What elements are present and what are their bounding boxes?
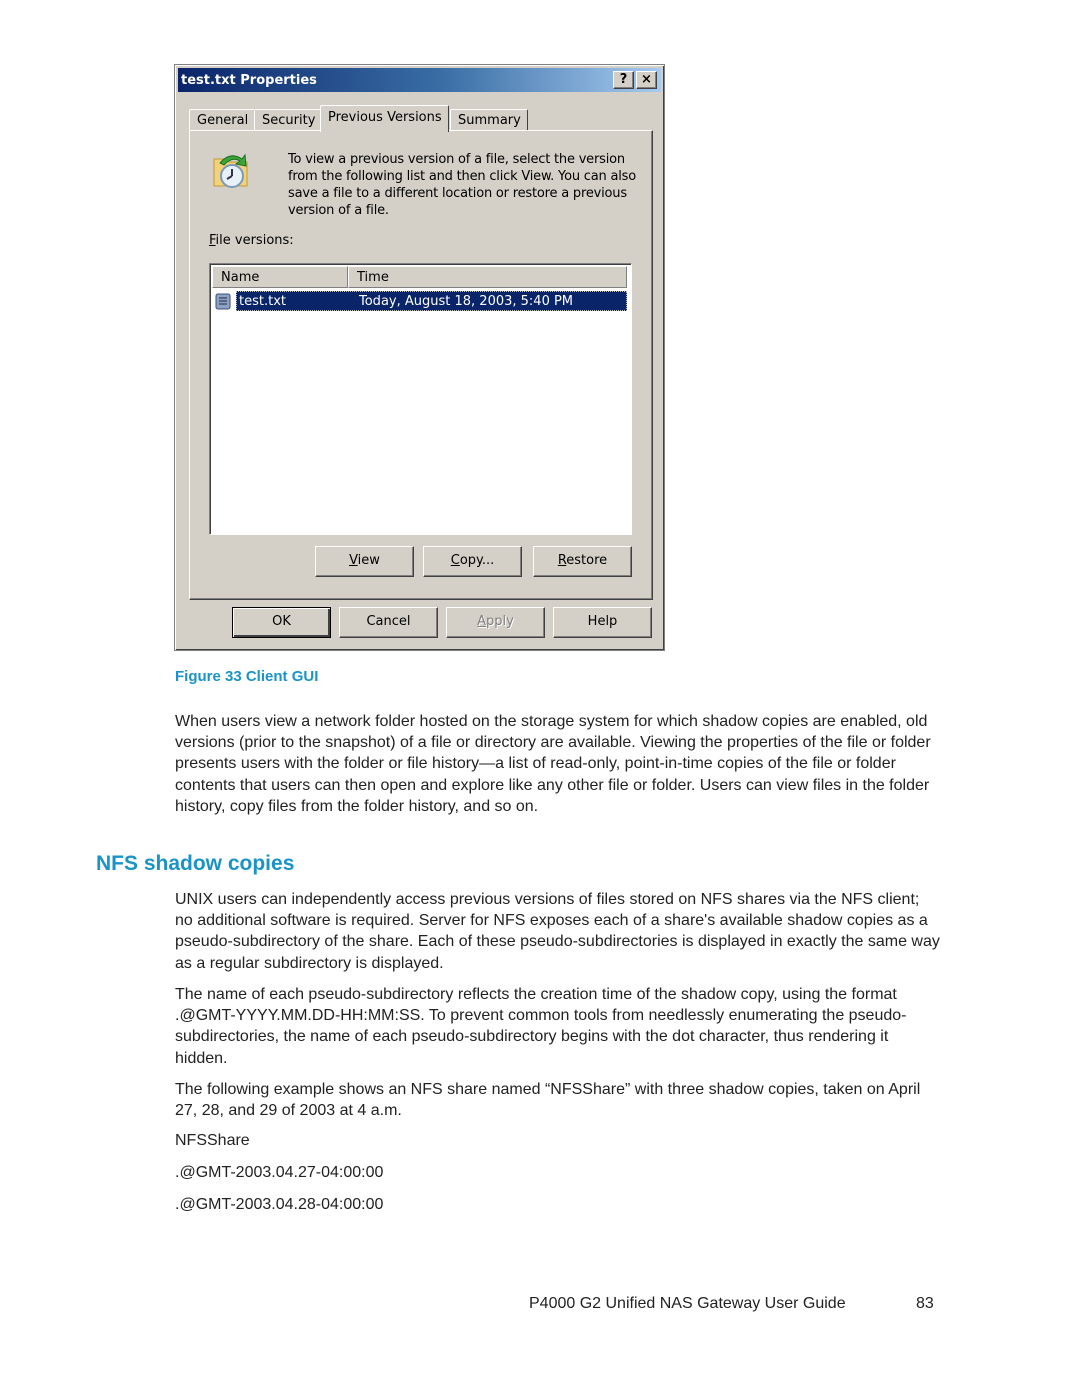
previous-versions-icon: [213, 153, 248, 188]
accelerator: C: [450, 553, 460, 568]
label-text: ile versions:: [215, 233, 294, 248]
help-button[interactable]: Help: [553, 607, 652, 638]
help-title-button[interactable]: ?: [613, 71, 634, 89]
example-line: .@GMT-2003.04.28-04:00:00: [175, 1196, 384, 1213]
intro-text: To view a previous version of a file, se…: [288, 152, 636, 218]
column-header-name[interactable]: Name: [212, 266, 348, 288]
page-number: 83: [916, 1295, 934, 1312]
button-label: opy...: [459, 553, 495, 568]
ok-button[interactable]: OK: [232, 607, 331, 638]
close-icon[interactable]: ×: [636, 71, 657, 89]
tab-security[interactable]: Security: [254, 109, 323, 131]
dialog-title: test.txt Properties: [181, 72, 317, 88]
paragraph-example-intro: The following example shows an NFS share…: [175, 1081, 921, 1120]
previous-versions-panel: To view a previous version of a file, se…: [189, 130, 653, 600]
view-button[interactable]: View: [315, 546, 414, 577]
file-versions-label: File versions:: [209, 233, 294, 248]
button-label: pply: [486, 614, 514, 629]
file-name-cell: test.txt: [239, 293, 286, 309]
figure-caption: Figure 33 Client GUI: [175, 668, 319, 685]
text-file-icon: [215, 293, 231, 310]
cancel-button[interactable]: Cancel: [339, 607, 438, 638]
apply-button[interactable]: Apply: [446, 607, 545, 638]
copy-button[interactable]: Copy...: [423, 546, 522, 577]
tab-summary[interactable]: Summary: [450, 109, 528, 131]
footer-title: P4000 G2 Unified NAS Gateway User Guide: [529, 1295, 846, 1312]
accelerator: R: [557, 553, 567, 568]
paragraph-client-gui: When users view a network folder hosted …: [175, 713, 931, 815]
tab-general[interactable]: General: [189, 109, 256, 131]
paragraph-naming-format: The name of each pseudo-subdirectory ref…: [175, 986, 907, 1067]
section-heading: NFS shadow copies: [96, 852, 295, 875]
example-line: NFSShare: [175, 1132, 250, 1149]
list-header: Name Time: [212, 266, 627, 288]
file-versions-list[interactable]: Name Time test.txt Today, August 18, 200…: [209, 263, 632, 535]
list-item[interactable]: test.txt Today, August 18, 2003, 5:40 PM: [212, 290, 627, 312]
column-header-time[interactable]: Time: [348, 266, 627, 288]
restore-button[interactable]: Restore: [533, 546, 632, 577]
properties-dialog: test.txt Properties ? × General Security…: [174, 64, 665, 651]
example-line: .@GMT-2003.04.27-04:00:00: [175, 1164, 384, 1181]
button-label: iew: [357, 553, 380, 568]
button-label: estore: [566, 553, 608, 568]
title-bar[interactable]: test.txt Properties ? ×: [178, 68, 661, 92]
accelerator: A: [477, 614, 487, 629]
tab-previous-versions[interactable]: Previous Versions: [320, 105, 449, 132]
paragraph-nfs-intro: UNIX users can independently access prev…: [175, 891, 940, 972]
file-time-cell: Today, August 18, 2003, 5:40 PM: [359, 293, 574, 309]
accelerator: V: [349, 553, 358, 568]
